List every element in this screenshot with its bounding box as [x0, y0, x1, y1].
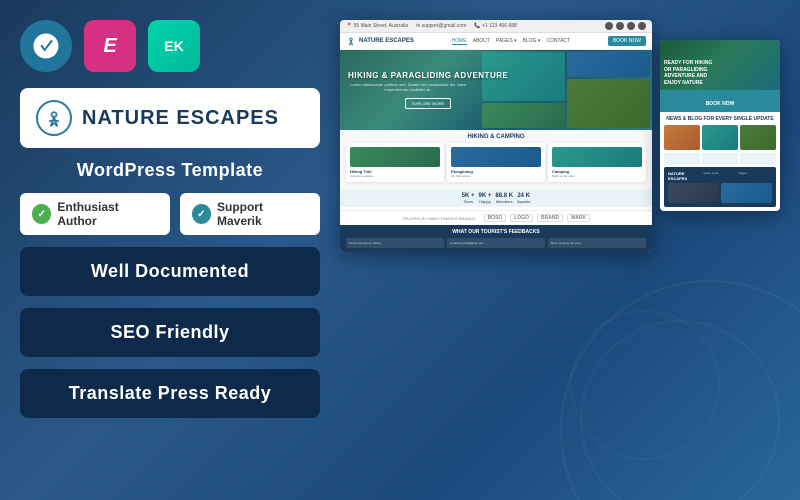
stat-3: 88.8 K Members — [495, 193, 513, 204]
preview-nav: NATURE ESCAPES HOME ABOUT PAGES ▾ BLOG ▾… — [340, 33, 652, 50]
testimonial-2: Amazing paragliding tour... — [447, 238, 545, 248]
preview-cards: Hiking Trail Adventure awaits Paraglidin… — [346, 143, 646, 182]
support-label: Support Maverik — [217, 200, 308, 228]
card-3: Camping Night under stars — [548, 143, 646, 182]
preview-hero-content: HIKING & PARAGLIDING ADVENTURE Lorem ull… — [340, 71, 508, 110]
preview2-blog-title: NEWS & BLOG FOR EVERY SINGLE UPDATE — [664, 116, 776, 122]
card-1-image — [350, 147, 440, 167]
preview-email: ✉ support@gmail.com — [416, 23, 466, 29]
preview-location: 📍 55 Main Street, Australia — [346, 23, 408, 29]
stat-2: 9K + Happy — [479, 193, 492, 204]
preview2-book-section: BOOK NOW — [660, 90, 780, 112]
blog-card-3 — [740, 125, 776, 150]
blog-card-2 — [702, 125, 738, 150]
support-icon: ✓ — [192, 204, 211, 224]
seo-friendly-button[interactable]: SEO Friendly — [20, 308, 320, 357]
preview2-hero: READY FOR HIKINGOR PARAGLIDINGADVENTURE … — [660, 40, 780, 90]
preview-content: HIKING & CAMPING Hiking Trail Adventure … — [340, 130, 652, 190]
translate-press-button[interactable]: Translate Press Ready — [20, 369, 320, 418]
preview2-cards — [664, 125, 776, 150]
badges-row: ✓ Enthusiast Author ✓ Support Maverik — [20, 193, 320, 235]
wordpress-icon — [20, 20, 72, 72]
preview-nav-items: HOME ABOUT PAGES ▾ BLOG ▾ CONTACT — [452, 38, 571, 45]
preview2-item-2 — [702, 153, 738, 165]
support-maverik-badge: ✓ Support Maverik — [180, 193, 320, 235]
testimonials-title: WHAT OUR TOURIST'S FEEDBACKS — [346, 229, 646, 235]
elementor-icon: E — [84, 20, 136, 72]
preview2-row-1 — [664, 153, 776, 165]
preview-section-title: HIKING & CAMPING — [346, 134, 646, 140]
wordpress-template-label: WordPress Template — [20, 160, 320, 181]
brand-1: BOSO — [484, 214, 507, 222]
brand-icons-row: E EK — [20, 20, 320, 72]
preview-testimonials: WHAT OUR TOURIST'S FEEDBACKS Great exper… — [340, 225, 652, 252]
testimonial-cards: Great experience hiking... Amazing parag… — [346, 238, 646, 248]
enthusiast-icon: ✓ — [32, 204, 51, 224]
card-2-image — [451, 147, 541, 167]
king-composer-icon: EK — [148, 20, 200, 72]
brands-title: TRUSTED BY MANY FAMOUS BRANDS — [402, 216, 476, 221]
preview-phone: 📞 +1 123 456 888 — [474, 23, 517, 29]
preview2-item-1 — [664, 153, 700, 165]
preview-explore-btn[interactable]: EXPLORE MORE — [405, 98, 451, 109]
card-3-image — [552, 147, 642, 167]
testimonial-1: Great experience hiking... — [346, 238, 444, 248]
logo-text: NATURE ESCAPES — [82, 107, 279, 130]
preview-stats: 5K + Tours 9K + Happy 88.8 K Members 24 … — [340, 190, 652, 207]
preview-address-bar: 📍 55 Main Street, Australia ✉ support@gm… — [340, 20, 652, 33]
preview2-content: NEWS & BLOG FOR EVERY SINGLE UPDATE NATU… — [660, 112, 780, 211]
brand-3: BRAND — [537, 214, 563, 222]
preview2-item-3 — [740, 153, 776, 165]
preview-logo: NATURE ESCAPES — [346, 36, 414, 46]
left-panel: E EK NATURE ESCAPES WordPress Template ✓ — [20, 20, 320, 480]
card-2: Paragliding Fly high above — [447, 143, 545, 182]
brand-4: MARK — [567, 214, 590, 222]
brand-2: LOGO — [510, 214, 533, 222]
footer-img-2 — [721, 183, 772, 203]
stat-1: 5K + Tours — [462, 193, 475, 204]
testimonial-3: Best camping trip ever... — [548, 238, 646, 248]
preview-hero-subtitle: Lorem ullamcorper pretium orci. Donec ne… — [348, 82, 468, 92]
enthusiast-author-badge: ✓ Enthusiast Author — [20, 193, 170, 235]
preview-hero: HIKING & PARAGLIDING ADVENTURE Lorem ull… — [340, 50, 652, 130]
stat-4: 24 K Awards — [517, 193, 530, 204]
preview2-hero-title: READY FOR HIKINGOR PARAGLIDINGADVENTURE … — [664, 60, 712, 86]
logo-icon — [36, 100, 72, 136]
enthusiast-label: Enthusiast Author — [57, 200, 157, 228]
card-1: Hiking Trail Adventure awaits — [346, 143, 444, 182]
footer-img-1 — [668, 183, 719, 203]
preview-brands: TRUSTED BY MANY FAMOUS BRANDS BOSO LOGO … — [340, 210, 652, 225]
preview-hero-title: HIKING & PARAGLIDING ADVENTURE — [348, 71, 508, 80]
preview-book-btn[interactable]: BOOK NOW — [608, 36, 646, 46]
right-panel: 📍 55 Main Street, Australia ✉ support@gm… — [340, 20, 780, 480]
website-preview-secondary: READY FOR HIKINGOR PARAGLIDINGADVENTURE … — [660, 40, 780, 211]
well-documented-button[interactable]: Well Documented — [20, 247, 320, 296]
logo-box: NATURE ESCAPES — [20, 88, 320, 148]
blog-card-1 — [664, 125, 700, 150]
website-preview-main: 📍 55 Main Street, Australia ✉ support@gm… — [340, 20, 652, 252]
preview2-footer: NATURE ESCAPES Quick Links Pages — [664, 167, 776, 207]
